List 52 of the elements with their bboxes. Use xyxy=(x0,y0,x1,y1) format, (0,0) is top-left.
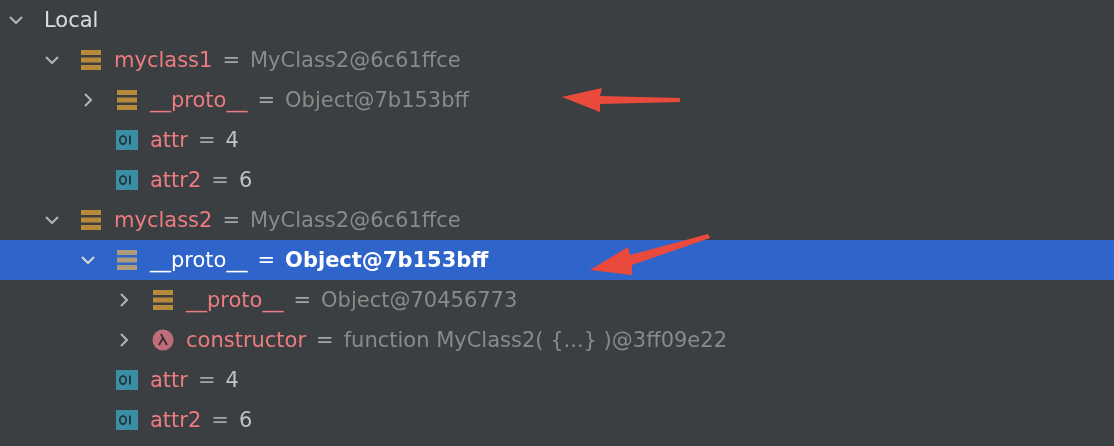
lambda-icon xyxy=(152,329,174,351)
variable-name: __proto__ xyxy=(186,288,284,312)
variable-value: Object@70456773 xyxy=(321,288,518,312)
variable-value: 6 xyxy=(238,168,253,192)
variable-name: attr2 xyxy=(150,408,202,432)
stack-icon xyxy=(152,289,174,311)
tree-row[interactable]: __proto__ = Object@7b153bff xyxy=(0,80,1114,120)
equals-sign: = xyxy=(211,408,229,432)
variable-value: 4 xyxy=(225,128,239,152)
variable-value: MyClass2@6c61ffce xyxy=(250,48,461,72)
stack-icon xyxy=(80,209,102,231)
variable-name: constructor xyxy=(186,328,307,352)
stack-icon xyxy=(116,249,138,271)
variable-name: attr xyxy=(150,128,188,152)
tree-row[interactable]: constructor = function MyClass2( {...} )@3ff09e22 xyxy=(0,320,1114,360)
variable-value: function MyClass2( {...} )@3ff09e22 xyxy=(343,328,727,352)
equals-sign: = xyxy=(198,368,216,392)
equals-sign: = xyxy=(257,88,276,112)
tree-row[interactable]: __proto__ = Object@70456773 xyxy=(0,280,1114,320)
variable-name: myclass1 xyxy=(114,48,213,72)
variable-value: Object@7b153bff xyxy=(285,248,489,272)
tree-row[interactable]: Local xyxy=(0,0,1114,40)
variable-name: attr xyxy=(150,368,188,392)
primitive-icon xyxy=(116,369,138,391)
stack-icon xyxy=(116,89,138,111)
variable-name: myclass2 xyxy=(114,208,213,232)
equals-sign: = xyxy=(293,288,312,312)
equals-sign: = xyxy=(222,208,240,232)
variable-name: Local xyxy=(44,8,99,32)
equals-sign: = xyxy=(211,168,229,192)
primitive-icon xyxy=(116,169,138,191)
tree-row[interactable]: attr2 = 6 xyxy=(0,160,1114,200)
variable-name: attr2 xyxy=(150,168,202,192)
tree-row[interactable]: attr = 4 xyxy=(0,120,1114,160)
primitive-icon xyxy=(116,409,138,431)
equals-sign: = xyxy=(198,128,216,152)
variable-name: __proto__ xyxy=(150,248,248,272)
tree-row[interactable]: myclass1 = MyClass2@6c61ffce xyxy=(0,40,1114,80)
variable-value: MyClass2@6c61ffce xyxy=(250,208,461,232)
stack-icon xyxy=(80,49,102,71)
tree-row[interactable]: myclass2 = MyClass2@6c61ffce xyxy=(0,200,1114,240)
tree-row[interactable]: __proto__ = Object@7b153bff xyxy=(0,240,1114,280)
variable-name: __proto__ xyxy=(150,88,248,112)
variable-value: 4 xyxy=(225,368,239,392)
primitive-icon xyxy=(116,129,138,151)
tree-row[interactable]: attr2 = 6 xyxy=(0,400,1114,440)
variable-value: 6 xyxy=(238,408,253,432)
equals-sign: = xyxy=(257,248,276,272)
equals-sign: = xyxy=(222,48,240,72)
tree-row[interactable]: attr = 4 xyxy=(0,360,1114,400)
equals-sign: = xyxy=(316,328,334,352)
variable-value: Object@7b153bff xyxy=(285,88,469,112)
